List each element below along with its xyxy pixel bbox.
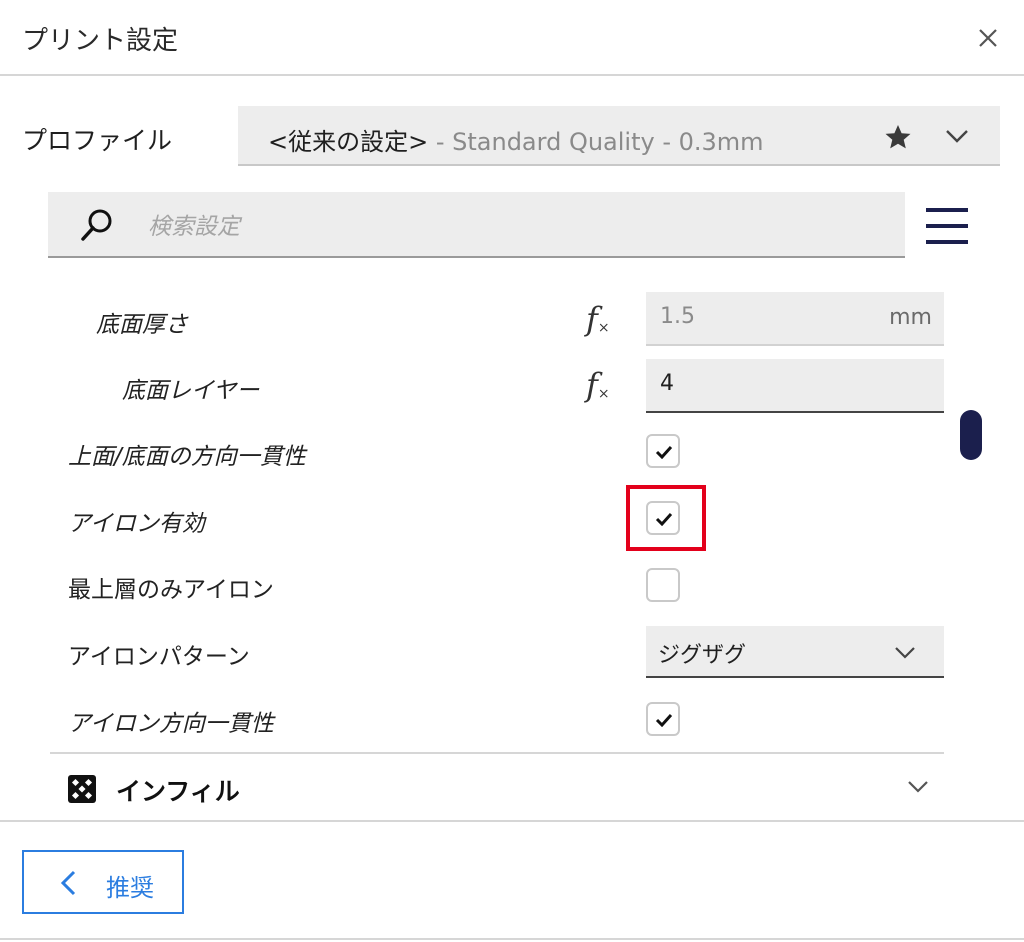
close-icon [979,29,997,47]
recommended-label: 推奨 [106,874,154,902]
bottom-layers-field[interactable]: 4 [646,359,944,413]
dialog-title: プリント設定 [22,26,179,56]
menu-icon[interactable] [924,204,970,248]
header-divider [0,74,1024,76]
bottom-thickness-unit: mm [889,305,932,330]
check-icon [655,445,673,459]
close-button[interactable] [968,18,1008,58]
profile-label: プロファイル [22,126,173,155]
scrollbar-thumb[interactable] [960,410,982,460]
profile-select[interactable]: <従来の設定> - Standard Quality - 0.3mm [238,106,1000,166]
ironing-pattern-label: アイロンパターン [68,644,250,670]
ironing-pattern-select[interactable]: ジグザグ [646,626,944,678]
top-bottom-consistent-checkbox[interactable] [646,434,680,468]
profile-value-main: <従来の設定> [268,128,429,156]
chevron-left-icon [58,869,80,897]
highlight-box [626,485,706,551]
function-icon[interactable]: f× [586,300,620,338]
profile-value-sub: - Standard Quality - 0.3mm [428,128,764,156]
recommended-button[interactable]: 推奨 [22,850,184,914]
bottom-divider [0,938,1024,940]
bottom-layers-label: 底面レイヤー [122,378,260,404]
chevron-down-icon[interactable] [942,124,972,148]
iron-top-only-label: 最上層のみアイロン [68,577,274,603]
section-divider [50,752,944,754]
profile-value: <従来の設定> - Standard Quality - 0.3mm [268,122,764,157]
infill-section-header[interactable]: インフィル [50,762,950,816]
chevron-down-icon [905,776,931,798]
ironing-pattern-value: ジグザグ [658,643,747,668]
ironing-enabled-label: アイロン有効 [68,511,205,537]
infill-icon [68,775,96,803]
function-icon[interactable]: f× [586,366,620,404]
bottom-thickness-field[interactable]: 1.5 mm [646,292,944,346]
search-icon [78,206,116,244]
bottom-thickness-value: 1.5 [660,304,695,329]
ironing-consistent-label: アイロン方向一貫性 [68,711,274,737]
footer-divider [0,820,1024,822]
star-icon[interactable] [884,123,912,151]
iron-top-only-checkbox[interactable] [646,568,680,602]
check-icon [655,713,673,727]
bottom-layers-value: 4 [660,371,674,396]
bottom-thickness-label: 底面厚さ [96,312,188,338]
infill-label: インフィル [116,777,240,806]
search-input[interactable] [146,210,850,244]
search-box [48,192,905,258]
top-bottom-consistent-label: 上面/底面の方向一貫性 [68,444,306,470]
ironing-consistent-checkbox[interactable] [646,702,680,736]
chevron-down-icon [892,642,918,664]
